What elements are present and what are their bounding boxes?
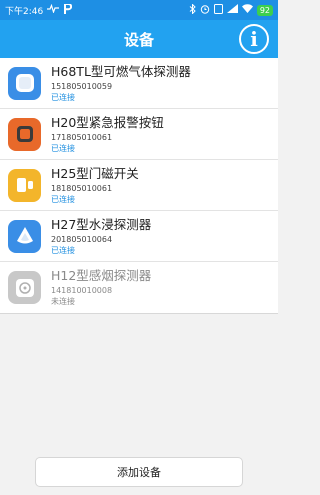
wifi-icon (241, 4, 253, 16)
device-row[interactable]: H20型紧急报警按钮 171805010061 已连接 (0, 109, 278, 160)
page-title: 设备 (123, 30, 154, 49)
info-icon: i (250, 27, 258, 51)
device-status: 已连接 (51, 92, 75, 102)
device-row[interactable]: H25型门磁开关 181805010061 已连接 (0, 160, 278, 211)
add-device-button[interactable]: 添加设备 (35, 457, 243, 487)
screen-icon (213, 3, 223, 17)
device-info: H20型紧急报警按钮 171805010061 已连接 (51, 115, 164, 154)
device-serial: 181805010061 (51, 183, 113, 193)
device-name: H27型水浸探测器 (51, 216, 152, 232)
device-name: H20型紧急报警按钮 (51, 114, 164, 130)
signal-icon (226, 4, 238, 16)
device-status: 未连接 (51, 297, 75, 306)
device-info: H12型感烟探测器 141810010008 未连接 (51, 268, 151, 307)
device-serial: 201805010064 (51, 234, 113, 244)
device-row[interactable]: H27型水浸探测器 201805010064 已连接 (0, 211, 278, 262)
device-status: 已连接 (51, 245, 75, 255)
device-name: H68TL型可燃气体探测器 (51, 63, 191, 79)
door-sensor-icon (8, 168, 41, 202)
heart-monitor-icon (47, 3, 60, 16)
device-name: H12型感烟探测器 (51, 268, 152, 283)
device-serial: 171805010061 (51, 132, 113, 142)
info-button[interactable]: i (239, 24, 269, 54)
water-leak-detector-icon (8, 219, 41, 253)
emergency-button-icon (8, 117, 41, 151)
device-row[interactable]: H68TL型可燃气体探测器 151805010059 已连接 (0, 58, 278, 109)
device-name: H25型门磁开关 (51, 165, 139, 181)
device-status: 已连接 (51, 194, 75, 204)
bluetooth-icon (189, 2, 196, 17)
status-right: 92 (189, 2, 273, 17)
status-bar: 下午2:46 92 (0, 0, 278, 20)
p-app-icon (63, 2, 73, 17)
device-info: H68TL型可燃气体探测器 151805010059 已连接 (51, 64, 191, 103)
alarm-icon (200, 4, 210, 17)
title-bar: 设备 i (0, 20, 278, 58)
device-list: H68TL型可燃气体探测器 151805010059 已连接 H20型紧急报警按… (0, 58, 278, 314)
status-time: 下午2:46 (5, 6, 44, 17)
device-row[interactable]: H12型感烟探测器 141810010008 未连接 (0, 262, 278, 313)
battery-indicator: 92 (256, 4, 273, 16)
gas-detector-icon (8, 66, 41, 100)
device-info: H27型水浸探测器 201805010064 已连接 (51, 217, 151, 256)
device-serial: 151805010059 (51, 81, 113, 91)
status-left: 下午2:46 (5, 2, 73, 17)
device-info: H25型门磁开关 181805010061 已连接 (51, 166, 139, 205)
device-status: 已连接 (51, 143, 75, 153)
device-serial: 141810010008 (51, 286, 113, 295)
smoke-detector-icon (8, 271, 41, 304)
